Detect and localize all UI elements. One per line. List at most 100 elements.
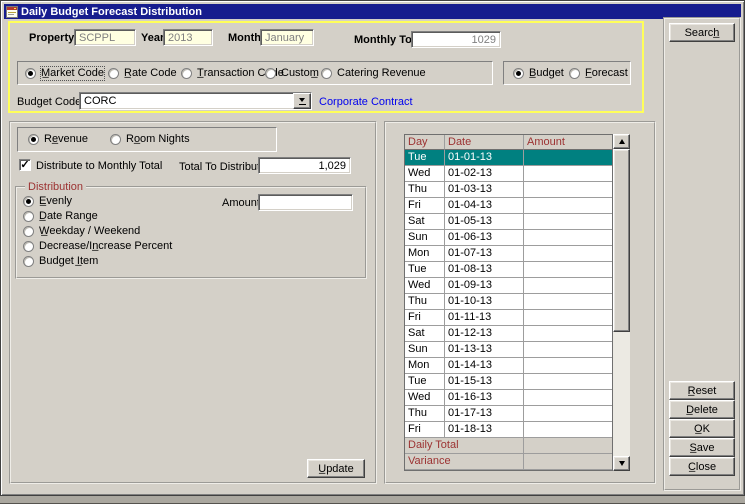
table-row[interactable]: Fri01-18-13	[405, 422, 612, 438]
radio-date-range[interactable]: D̲ate Range	[23, 210, 98, 223]
day-cell[interactable]: Sat	[405, 326, 445, 342]
radio-budget-item[interactable]: Budget I̲tem	[23, 255, 98, 268]
table-row[interactable]: Thu01-10-13	[405, 294, 612, 310]
day-cell[interactable]: Sun	[405, 230, 445, 246]
table-row[interactable]: Thu01-17-13	[405, 406, 612, 422]
ok-button[interactable]: O̲K	[669, 419, 735, 438]
table-row[interactable]: Mon01-14-13	[405, 358, 612, 374]
table-row[interactable]: Sat01-12-13	[405, 326, 612, 342]
day-cell[interactable]: Tue	[405, 262, 445, 278]
amount-cell[interactable]	[524, 374, 612, 390]
amount-cell[interactable]	[524, 198, 612, 214]
day-cell[interactable]: Sat	[405, 214, 445, 230]
budget-code-combobox[interactable]: CORC	[79, 92, 312, 110]
amount-cell[interactable]	[524, 278, 612, 294]
amount-cell[interactable]	[524, 230, 612, 246]
radio-custom[interactable]: Custom̲	[265, 67, 319, 80]
scrollbar-thumb[interactable]	[613, 149, 630, 332]
day-cell[interactable]: Fri	[405, 198, 445, 214]
amount-cell[interactable]	[524, 262, 612, 278]
date-cell[interactable]: 01-17-13	[445, 406, 524, 422]
date-cell[interactable]: 01-04-13	[445, 198, 524, 214]
table-row[interactable]: Tue01-01-13	[405, 150, 612, 166]
date-cell[interactable]: 01-12-13	[445, 326, 524, 342]
day-cell[interactable]: Sun	[405, 342, 445, 358]
day-cell[interactable]: Mon	[405, 358, 445, 374]
radio-weekday-weekend[interactable]: W̲eekday / Weekend	[23, 225, 140, 238]
table-row[interactable]: Sun01-13-13	[405, 342, 612, 358]
amount-cell[interactable]	[524, 246, 612, 262]
date-cell[interactable]: 01-06-13	[445, 230, 524, 246]
date-cell[interactable]: 01-15-13	[445, 374, 524, 390]
day-cell[interactable]: Thu	[405, 182, 445, 198]
day-cell[interactable]: Mon	[405, 246, 445, 262]
date-cell[interactable]: 01-03-13	[445, 182, 524, 198]
day-cell[interactable]: Fri	[405, 310, 445, 326]
day-cell[interactable]: Tue	[405, 150, 445, 166]
amount-cell[interactable]	[524, 166, 612, 182]
table-row[interactable]: Sun01-06-13	[405, 230, 612, 246]
table-row[interactable]: Wed01-09-13	[405, 278, 612, 294]
date-cell[interactable]: 01-01-13	[445, 150, 524, 166]
day-cell[interactable]: Wed	[405, 278, 445, 294]
amount-field[interactable]	[258, 194, 353, 211]
property-field[interactable]: SCPPL	[74, 29, 136, 46]
table-row[interactable]: Sat01-05-13	[405, 214, 612, 230]
radio-revenue[interactable]: Re̲venue	[28, 133, 88, 146]
date-cell[interactable]: 01-11-13	[445, 310, 524, 326]
date-cell[interactable]: 01-13-13	[445, 342, 524, 358]
year-field[interactable]: 2013	[163, 29, 213, 46]
update-button[interactable]: U̲pdate	[307, 459, 365, 478]
monthly-total-field[interactable]: 1029	[411, 31, 501, 48]
amount-cell[interactable]	[524, 182, 612, 198]
radio-decrease-increase-percent[interactable]: Decrease/In̲crease Percent	[23, 240, 172, 253]
table-row[interactable]: Fri01-04-13	[405, 198, 612, 214]
date-cell[interactable]: 01-02-13	[445, 166, 524, 182]
dropdown-arrow-button[interactable]	[293, 93, 311, 109]
day-cell[interactable]: Fri	[405, 422, 445, 438]
table-row[interactable]: Wed01-02-13	[405, 166, 612, 182]
save-button[interactable]: S̲ave	[669, 438, 735, 457]
date-cell[interactable]: 01-16-13	[445, 390, 524, 406]
month-field[interactable]: January	[260, 29, 314, 46]
date-cell[interactable]: 01-08-13	[445, 262, 524, 278]
delete-button[interactable]: D̲elete	[669, 400, 735, 419]
date-cell[interactable]: 01-10-13	[445, 294, 524, 310]
amount-cell[interactable]	[524, 150, 612, 166]
day-cell[interactable]: Wed	[405, 390, 445, 406]
radio-budget[interactable]: B̲udget	[513, 67, 564, 80]
day-cell[interactable]: Tue	[405, 374, 445, 390]
date-cell[interactable]: 01-07-13	[445, 246, 524, 262]
table-row[interactable]: Tue01-15-13	[405, 374, 612, 390]
radio-catering-revenue[interactable]: Catering Revenue	[321, 67, 426, 80]
reset-button[interactable]: R̲eset	[669, 381, 735, 400]
day-cell[interactable]: Thu	[405, 406, 445, 422]
amount-cell[interactable]	[524, 326, 612, 342]
date-cell[interactable]: 01-05-13	[445, 214, 524, 230]
amount-cell[interactable]	[524, 294, 612, 310]
day-cell[interactable]: Thu	[405, 294, 445, 310]
amount-cell[interactable]	[524, 406, 612, 422]
radio-evenly[interactable]: E̲venly	[23, 195, 72, 208]
amount-cell[interactable]	[524, 214, 612, 230]
amount-cell[interactable]	[524, 358, 612, 374]
table-row[interactable]: Fri01-11-13	[405, 310, 612, 326]
table-row[interactable]: Tue01-08-13	[405, 262, 612, 278]
table-row[interactable]: Wed01-16-13	[405, 390, 612, 406]
amount-cell[interactable]	[524, 342, 612, 358]
date-cell[interactable]: 01-09-13	[445, 278, 524, 294]
amount-cell[interactable]	[524, 390, 612, 406]
table-row[interactable]: Thu01-03-13	[405, 182, 612, 198]
table-scrollbar[interactable]	[613, 134, 630, 471]
close-button[interactable]: C̲lose	[669, 457, 735, 476]
scroll-up-button[interactable]	[613, 134, 630, 149]
distribute-monthly-total-checkbox[interactable]: ✓	[19, 159, 31, 171]
radio-room-nights[interactable]: Ro̲om Nights	[110, 133, 190, 146]
date-cell[interactable]: 01-18-13	[445, 422, 524, 438]
amount-cell[interactable]	[524, 422, 612, 438]
radio-forecast[interactable]: F̲orecast	[569, 67, 628, 80]
amount-cell[interactable]	[524, 310, 612, 326]
radio-rate-code[interactable]: R̲ate Code	[108, 67, 177, 80]
scroll-down-button[interactable]	[613, 456, 630, 471]
table-row[interactable]: Mon01-07-13	[405, 246, 612, 262]
